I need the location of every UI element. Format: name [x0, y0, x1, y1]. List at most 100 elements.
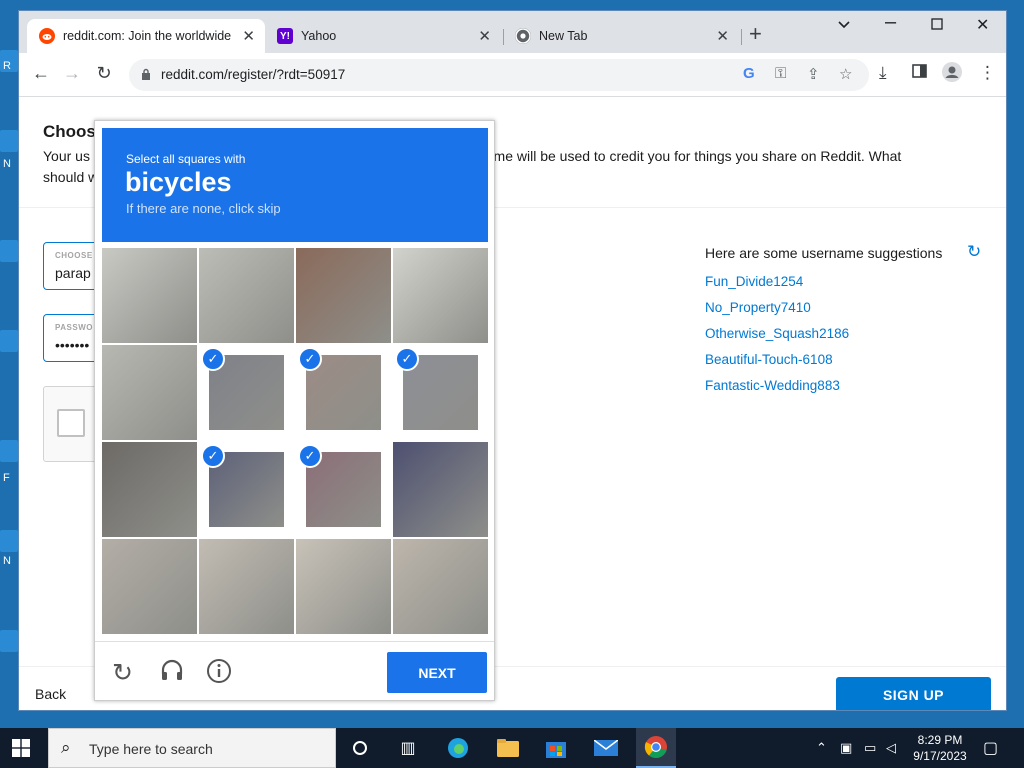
windows-start-icon[interactable] — [12, 739, 30, 757]
lock-icon — [142, 68, 150, 80]
file-explorer-icon[interactable] — [494, 734, 522, 762]
notifications-icon[interactable]: ▢ — [983, 738, 998, 758]
divider — [95, 641, 494, 642]
challenge-tile[interactable]: ✓ — [393, 345, 488, 440]
challenge-tile[interactable] — [393, 442, 488, 537]
tab-reddit[interactable]: reddit.com: Join the worldwide conversat… — [27, 19, 265, 53]
tile-image — [102, 248, 197, 343]
challenge-tile[interactable]: ✓ — [296, 345, 391, 440]
username-suggestion[interactable]: Fantastic-Wedding883 — [705, 378, 840, 393]
challenge-tile[interactable] — [393, 539, 488, 634]
selected-check-icon: ✓ — [395, 347, 419, 371]
desktop-shortcut-icon[interactable] — [0, 630, 18, 652]
recaptcha-checkbox[interactable] — [57, 409, 85, 437]
tile-image — [102, 442, 197, 537]
challenge-tile[interactable] — [296, 539, 391, 634]
clock-date: 9/17/2023 — [913, 749, 967, 763]
window-close-icon[interactable]: ✕ — [976, 15, 989, 35]
close-icon[interactable]: ✕ — [716, 27, 729, 45]
profile-avatar-icon[interactable] — [942, 62, 962, 87]
challenge-tile[interactable] — [199, 248, 294, 343]
tile-image — [199, 248, 294, 343]
description-text: Your us — [43, 148, 90, 164]
selected-check-icon: ✓ — [298, 444, 322, 468]
challenge-header: Select all squares with bicycles If ther… — [102, 128, 488, 242]
challenge-tile[interactable] — [199, 539, 294, 634]
desktop-shortcut-icon[interactable] — [0, 240, 18, 262]
challenge-tile[interactable] — [102, 345, 197, 440]
display-icon[interactable]: ▭ — [864, 740, 876, 756]
challenge-tile[interactable] — [102, 539, 197, 634]
challenge-tile[interactable] — [296, 248, 391, 343]
back-arrow-icon[interactable]: ← — [30, 63, 52, 84]
mail-icon[interactable] — [592, 734, 620, 762]
chrome-taskbar-icon[interactable] — [636, 728, 676, 768]
key-icon[interactable]: ⚿ — [775, 65, 786, 82]
desktop-shortcut-icon[interactable] — [0, 130, 18, 152]
tile-image — [296, 539, 391, 634]
tab-title: reddit.com: Join the worldwide conversat… — [63, 29, 235, 43]
minimize-icon[interactable]: – — [885, 11, 896, 34]
challenge-tile[interactable] — [393, 248, 488, 343]
challenge-hint: If there are none, click skip — [126, 201, 281, 216]
desktop-shortcut-icon[interactable] — [0, 530, 18, 552]
field-value: ••••••• — [55, 337, 90, 353]
username-suggestion[interactable]: Beautiful-Touch-6108 — [705, 352, 833, 367]
search-placeholder: Type here to search — [89, 741, 213, 757]
menu-dots-icon[interactable]: ⋮ — [979, 63, 996, 83]
tab-yahoo[interactable]: Y! Yahoo ✕ — [265, 19, 501, 53]
tab-title: New Tab — [539, 29, 588, 43]
recaptcha-challenge: Select all squares with bicycles If ther… — [94, 120, 495, 701]
desktop-label: R — [3, 60, 11, 72]
desktop-shortcut-icon[interactable] — [0, 440, 18, 462]
username-suggestion[interactable]: Otherwise_Squash2186 — [705, 326, 849, 341]
tile-image — [393, 248, 488, 343]
volume-icon[interactable]: ◁ — [886, 740, 896, 756]
network-icon[interactable]: ▣ — [840, 740, 852, 756]
selected-check-icon: ✓ — [201, 347, 225, 371]
desktop-shortcut-icon[interactable] — [0, 330, 18, 352]
reload-challenge-icon[interactable]: ↻ — [112, 658, 133, 688]
star-icon[interactable]: ☆ — [839, 65, 852, 83]
share-icon[interactable]: ⇪ — [807, 65, 820, 83]
audio-challenge-icon[interactable] — [159, 658, 185, 691]
taskbar-clock[interactable]: 8:29 PM 9/17/2023 — [910, 732, 970, 764]
maximize-icon[interactable] — [931, 17, 943, 35]
taskbar-search-input[interactable]: ⌕ Type here to search — [48, 728, 336, 768]
close-icon[interactable]: ✕ — [478, 27, 491, 45]
next-button[interactable]: NEXT — [387, 652, 487, 693]
desktop-label: F — [3, 472, 10, 484]
field-label: CHOOSE — [55, 251, 93, 260]
tab-search-icon[interactable] — [837, 17, 851, 35]
sign-up-button[interactable]: SIGN UP — [836, 677, 991, 710]
task-view-icon[interactable]: ▥ — [394, 734, 422, 762]
selected-check-icon: ✓ — [298, 347, 322, 371]
close-icon[interactable]: ✕ — [242, 27, 255, 45]
challenge-object: bicycles — [125, 167, 232, 197]
info-icon[interactable] — [206, 658, 232, 691]
challenge-tile[interactable]: ✓ — [296, 442, 391, 537]
field-value: parap — [55, 265, 91, 281]
download-icon[interactable]: ⤓ — [879, 63, 887, 83]
username-suggestion[interactable]: Fun_Divide1254 — [705, 274, 803, 289]
field-label: PASSWO — [55, 323, 93, 332]
google-icon[interactable]: G — [743, 65, 755, 82]
challenge-tile[interactable]: ✓ — [199, 442, 294, 537]
browser-toolbar: ← → ↻ reddit.com/register/?rdt=50917 G ⚿… — [19, 53, 1006, 97]
chevron-up-icon[interactable]: ⌃ — [816, 740, 827, 756]
challenge-tile[interactable] — [102, 248, 197, 343]
edge-icon[interactable] — [444, 734, 472, 762]
forward-arrow-icon[interactable]: → — [61, 63, 83, 84]
cortana-icon[interactable] — [346, 734, 374, 762]
refresh-icon[interactable]: ↻ — [967, 242, 981, 262]
back-button[interactable]: Back — [35, 686, 66, 702]
store-icon[interactable] — [542, 734, 570, 762]
challenge-tile[interactable]: ✓ — [199, 345, 294, 440]
challenge-tile[interactable] — [102, 442, 197, 537]
reload-icon[interactable]: ↻ — [93, 63, 115, 84]
address-bar[interactable]: reddit.com/register/?rdt=50917 G ⚿ ⇪ ☆ — [129, 59, 869, 91]
username-suggestion[interactable]: No_Property7410 — [705, 300, 811, 315]
new-tab-button[interactable]: + — [749, 23, 762, 45]
tab-new-tab[interactable]: New Tab ✕ — [503, 19, 739, 53]
side-panel-icon[interactable] — [912, 63, 927, 83]
